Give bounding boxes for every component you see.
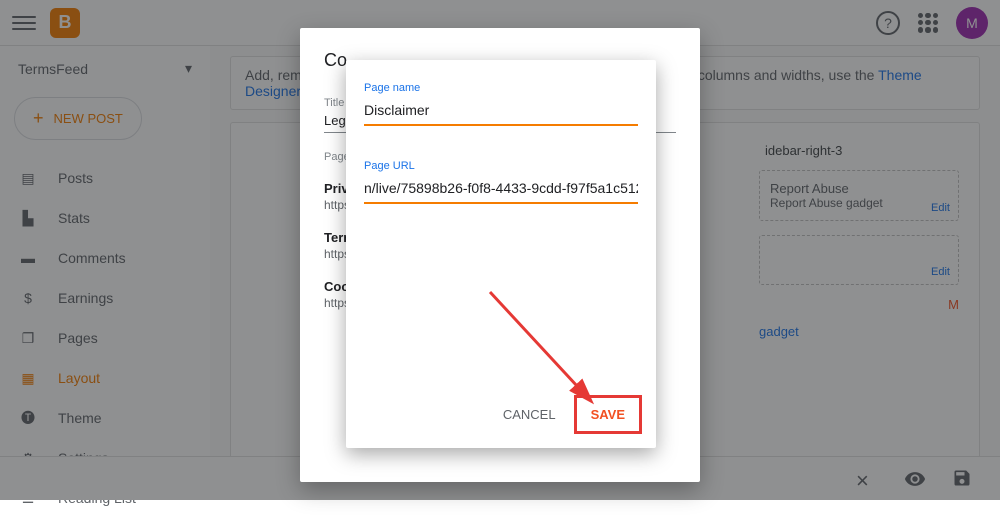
save-highlight-annotation: SAVE bbox=[574, 395, 642, 434]
save-button[interactable]: SAVE bbox=[579, 400, 637, 429]
page-url-label: Page URL bbox=[364, 160, 638, 172]
page-edit-dialog: Page name Page URL CANCEL SAVE bbox=[346, 60, 656, 448]
cancel-button[interactable]: CANCEL bbox=[491, 400, 568, 429]
page-name-label: Page name bbox=[364, 82, 638, 94]
page-url-input[interactable] bbox=[364, 176, 638, 204]
page-name-input[interactable] bbox=[364, 98, 638, 126]
